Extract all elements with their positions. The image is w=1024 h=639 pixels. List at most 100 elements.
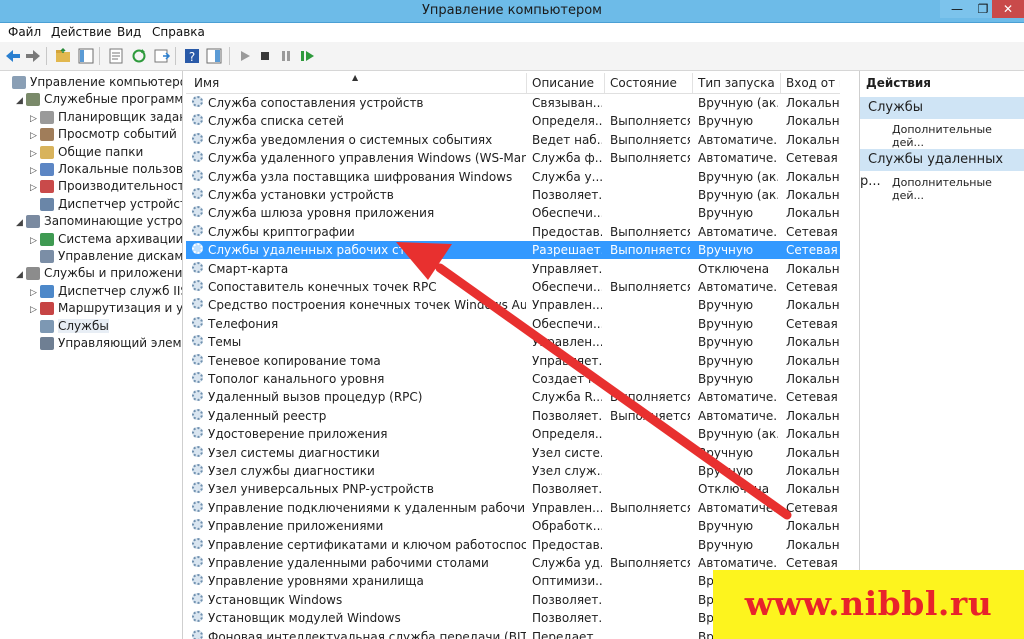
tree-item-label: Общие папки [58, 144, 144, 159]
service-row[interactable]: Служба установки устройств Позволяет... Вр… [186, 186, 840, 204]
tree-item[interactable]: ◢ Запоминающие устройст [16, 212, 182, 232]
service-row[interactable]: Служба шлюза уровня приложения Обеспечи..… [186, 204, 840, 222]
service-row[interactable]: Служба списка сетей Определя... Выполняетс… [186, 112, 840, 130]
tree-item-label: Маршрутизация и уда [58, 301, 183, 316]
service-startup-type: Вручную (ак... [698, 96, 778, 110]
actions-group-selected-service[interactable]: Службы удаленных р... [860, 149, 1024, 189]
tree-item[interactable]: ▷Локальные пользовате [30, 160, 182, 178]
service-gear-icon [192, 427, 203, 439]
service-row[interactable]: Управление сертификатами и ключом работо… [186, 536, 840, 554]
collapse-icon[interactable]: ◢ [16, 266, 26, 284]
start-service-icon[interactable] [236, 47, 254, 65]
tree-item[interactable]: Управляющий элемен [30, 334, 182, 352]
tree-item-label: Службы и приложения [44, 266, 183, 281]
tree-item[interactable]: ◢ Служебные программы [16, 90, 182, 110]
service-description: Позволяет... [532, 611, 602, 626]
service-startup-type: Вручную (ак... [698, 427, 778, 442]
tree-item[interactable]: ▷ Просмотр событий [30, 125, 177, 143]
export-list-icon[interactable] [153, 47, 171, 65]
menu-view[interactable]: Вид [117, 25, 141, 39]
service-gear-icon [192, 353, 203, 365]
column-description[interactable]: Описание [532, 76, 594, 90]
service-row[interactable]: Службы криптографии Предостав... Выполняет… [186, 223, 840, 241]
tree-item[interactable]: ▷Маршрутизация и уда [30, 299, 183, 317]
sort-ascending-icon: ▲ [352, 73, 359, 82]
service-row[interactable]: Управление приложениями Обработк... Вручну… [186, 517, 840, 535]
toolbar: ? [0, 42, 1024, 71]
more-actions-link[interactable]: Дополнительные дей... [892, 176, 1024, 202]
actions-group-services[interactable]: Службы [860, 97, 1024, 119]
service-status: Выполняется [610, 408, 690, 423]
menu-help[interactable]: Справка [152, 25, 205, 39]
restart-service-icon[interactable] [298, 47, 316, 65]
service-row[interactable]: Служба сопоставления устройств Связыван..… [186, 94, 840, 112]
service-row[interactable]: Удаленный вызов процедур (RPC) Служба R..… [186, 388, 840, 406]
collapse-icon[interactable]: ◢ [16, 92, 26, 110]
tree-node-icon [40, 197, 54, 211]
service-row[interactable]: Удаленный реестр Позволяет... Выполняется А… [186, 407, 840, 425]
service-row[interactable]: Управление подключениями к удаленным раб… [186, 499, 840, 517]
service-row[interactable]: Сопоставитель конечных точек RPC Обеспечи… [186, 278, 840, 296]
help-icon[interactable]: ? [183, 47, 201, 65]
tree-item[interactable]: Управление дисками [30, 247, 182, 265]
service-row[interactable]: Телефония Обеспечи... Вручную Сетевая с... [186, 315, 840, 333]
service-row[interactable]: Служба удаленного управления Windows (WS… [186, 149, 840, 167]
tree-item[interactable]: ▷Планировщик заданий [30, 108, 182, 126]
properties-icon[interactable] [107, 47, 125, 65]
close-button[interactable]: ✕ [992, 0, 1024, 18]
service-logon: Сетевая с... [786, 280, 840, 294]
service-name: Служба узла поставщика шифрования Window… [208, 169, 513, 184]
service-gear-icon [192, 445, 203, 457]
service-row[interactable]: Узел универсальных PNP-устройств Позволяе… [186, 480, 840, 498]
service-status: Выполняется [610, 556, 690, 570]
pause-service-icon[interactable] [277, 47, 295, 65]
window-titlebar: Управление компьютером — ❐ ✕ [0, 0, 1024, 23]
service-row[interactable]: Средство построения конечных точек Windo… [186, 296, 840, 314]
tree-item[interactable]: ▷ Общие папки [30, 143, 143, 161]
service-name: Служба удаленного управления Windows (WS… [208, 151, 526, 166]
refresh-icon[interactable] [130, 47, 148, 65]
tree-node-icon [40, 145, 54, 159]
tree-node-icon [40, 232, 54, 246]
more-actions-link[interactable]: Дополнительные дей... [892, 123, 1024, 149]
tree-item[interactable]: ▷Система архивации да [30, 230, 182, 248]
service-row[interactable]: Служба узла поставщика шифрования Window… [186, 168, 840, 186]
tree-node-icon [40, 337, 54, 350]
service-logon: Сетевая с... [786, 390, 840, 405]
service-row[interactable]: Темы Управлен... Вручную Локальна... [186, 333, 840, 351]
service-gear-icon [192, 96, 203, 107]
collapse-icon[interactable]: ◢ [16, 214, 26, 232]
column-name[interactable]: Имя [194, 76, 219, 90]
service-row[interactable]: Узел системы диагностики Узел систе... Вру… [186, 444, 840, 462]
service-gear-icon [192, 500, 203, 512]
tree-item[interactable]: ◢ Службы и приложения [16, 264, 183, 284]
up-folder-icon[interactable] [54, 47, 72, 65]
tree-item-label: Планировщик заданий [58, 109, 182, 124]
tree-node-icon [26, 267, 40, 281]
service-row[interactable]: Смарт-карта Управляет... Отключена Локальна… [186, 260, 840, 278]
service-status: Выполняется [610, 243, 690, 258]
menu-action[interactable]: Действие [51, 25, 111, 39]
forward-icon[interactable] [24, 47, 42, 65]
tree-item[interactable]: ▷ Производительность [30, 177, 182, 195]
menu-file[interactable]: Файл [8, 25, 41, 39]
service-row[interactable]: Теневое копирование тома Управляет... Вруч… [186, 352, 840, 370]
service-row[interactable]: Служба уведомления о системных событиях В… [186, 131, 840, 149]
service-row[interactable]: Тополог канального уровня Создает к... Вру… [186, 370, 840, 388]
tree-item[interactable]: ▷ Диспетчер служб IIS [30, 282, 182, 300]
show-hide-action-pane-icon[interactable] [205, 47, 223, 65]
column-status[interactable]: Состояние [610, 76, 677, 90]
stop-service-icon[interactable] [256, 47, 274, 65]
service-row[interactable]: Удостоверение приложения Определя... Вручн… [186, 425, 840, 443]
console-tree-icon[interactable] [77, 47, 95, 65]
service-row[interactable]: Узел службы диагностики Узел служ... Вручн… [186, 462, 840, 480]
column-startup-type[interactable]: Тип запуска [698, 76, 775, 90]
service-description: Обеспечи... [532, 280, 602, 294]
column-log-on-as[interactable]: Вход от им [786, 76, 840, 90]
back-icon[interactable] [4, 47, 22, 65]
tree-item[interactable]: Службы [30, 317, 109, 335]
service-startup-type: Вручную [698, 464, 754, 478]
tree-item[interactable]: Управление компьютером (л [2, 73, 182, 91]
service-row[interactable]: Службы удаленных рабочих столов Разрешает… [186, 241, 840, 260]
tree-item[interactable]: Диспетчер устройств [30, 195, 182, 213]
